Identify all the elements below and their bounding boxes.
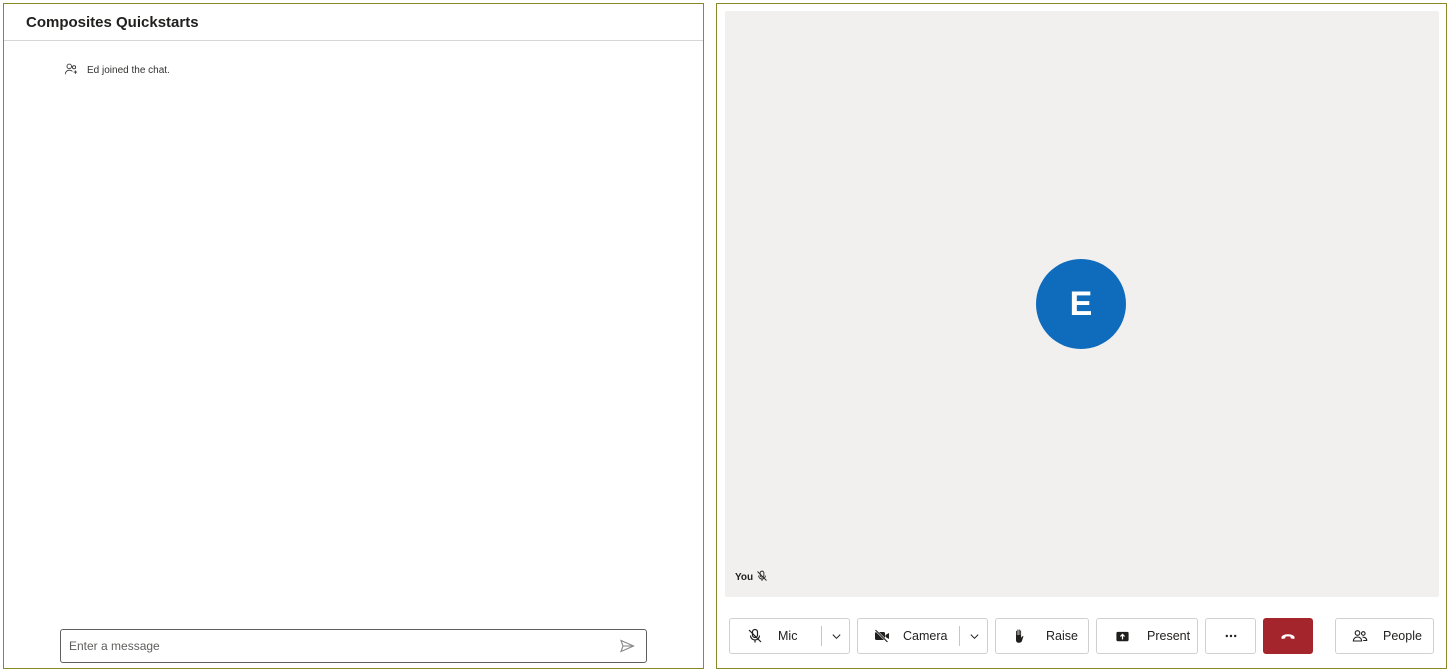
system-message-text: Ed joined the chat. xyxy=(87,65,170,76)
mic-options-chevron-down-icon[interactable] xyxy=(823,619,849,653)
send-icon[interactable] xyxy=(616,635,638,657)
divider xyxy=(821,626,822,646)
message-composer xyxy=(60,629,647,663)
raise-label: Raise xyxy=(1046,629,1078,643)
present-label: Present xyxy=(1147,629,1191,643)
people-icon xyxy=(1351,627,1369,645)
call-end-icon xyxy=(1279,627,1297,645)
chat-panel: Composites Quickstarts Ed joined the cha… xyxy=(3,3,704,669)
person-joined-icon xyxy=(64,62,78,79)
people-button[interactable]: People xyxy=(1335,618,1434,654)
camera-label: Camera xyxy=(903,629,948,643)
more-options-button[interactable] xyxy=(1205,618,1256,654)
end-call-button[interactable] xyxy=(1263,618,1313,654)
video-tile: E You xyxy=(725,11,1439,597)
camera-off-icon xyxy=(873,627,891,645)
message-input[interactable] xyxy=(69,639,616,653)
share-screen-icon xyxy=(1113,627,1131,645)
mic-off-icon xyxy=(756,570,768,585)
tile-label-text: You xyxy=(735,572,754,583)
call-controls: Mic Camera Raise Present People xyxy=(717,614,1446,654)
call-panel: E You Mic Camera Raise Present People xyxy=(716,3,1447,669)
camera-options-chevron-down-icon[interactable] xyxy=(961,619,987,653)
chat-title: Composites Quickstarts xyxy=(26,13,199,31)
tile-label: You xyxy=(735,570,768,585)
raise-hand-button[interactable]: Raise xyxy=(995,618,1089,654)
system-message: Ed joined the chat. xyxy=(64,62,170,79)
divider xyxy=(959,626,960,646)
mic-off-icon xyxy=(746,627,764,645)
mic-toggle[interactable]: Mic xyxy=(730,619,797,653)
chat-header: Composites Quickstarts xyxy=(4,4,703,41)
camera-toggle[interactable]: Camera xyxy=(858,619,947,653)
avatar: E xyxy=(1036,259,1126,349)
present-button[interactable]: Present xyxy=(1096,618,1198,654)
mic-label: Mic xyxy=(778,629,798,643)
more-horizontal-icon xyxy=(1222,627,1240,645)
mic-button[interactable]: Mic xyxy=(729,618,850,654)
hand-icon xyxy=(1011,627,1029,645)
camera-button[interactable]: Camera xyxy=(857,618,988,654)
people-label: People xyxy=(1383,629,1422,643)
